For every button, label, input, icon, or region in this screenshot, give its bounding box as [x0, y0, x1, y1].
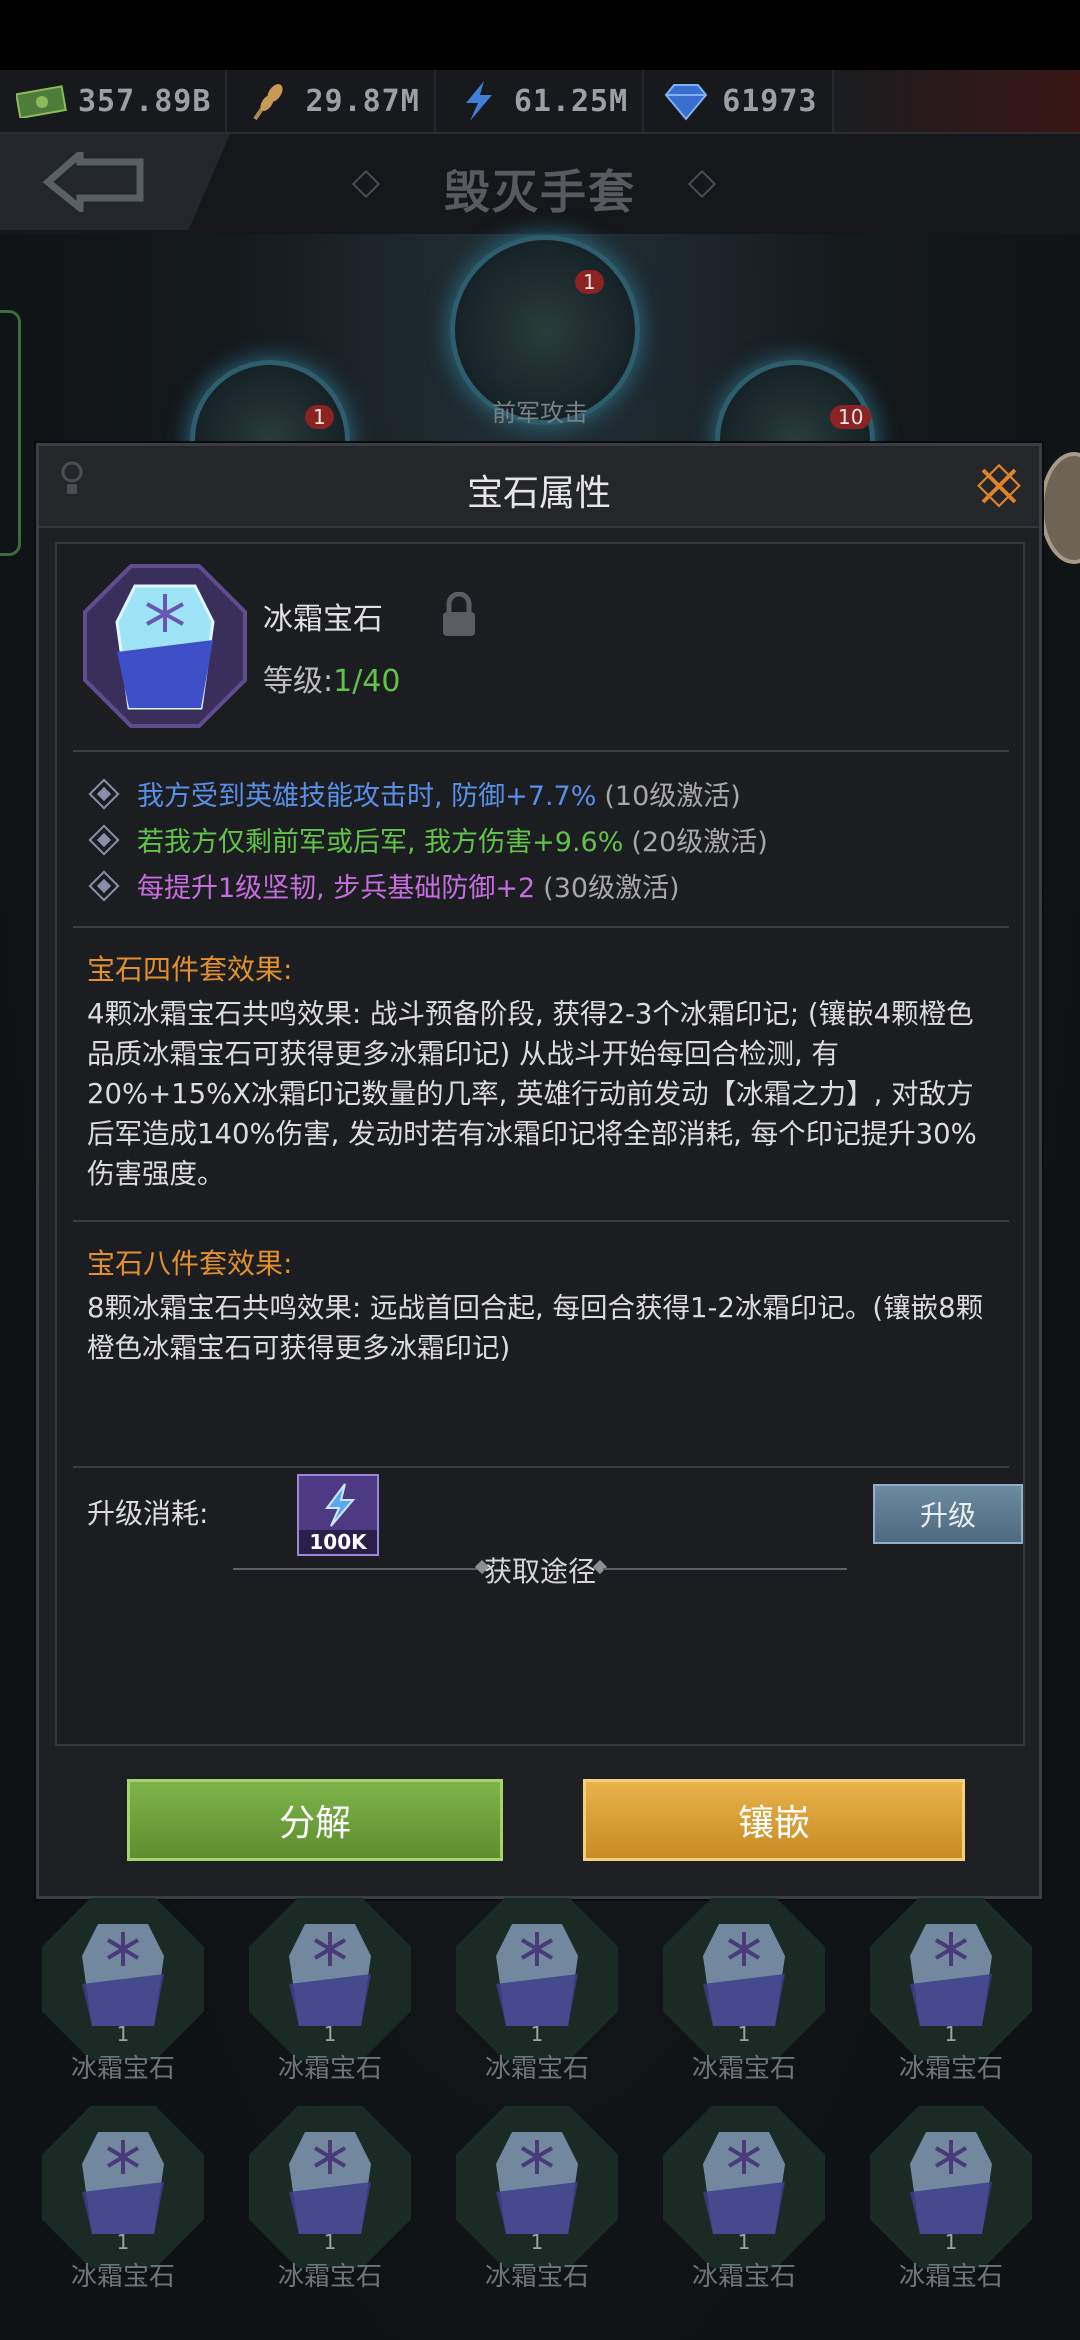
gem-label: 冰霜宝石: [691, 2054, 796, 2084]
attribute-text: 若我方仅剩前军或后军, 我方伤害+9.6%: [137, 827, 624, 858]
node-badge: 1: [575, 270, 604, 294]
gem-label: 冰霜宝石: [484, 2262, 589, 2292]
dialog-title: 宝石属性: [466, 473, 611, 514]
upgrade-cost-item[interactable]: 100K: [297, 1474, 379, 1556]
gem-portrait: [81, 562, 249, 730]
set8-description: 8颗冰霜宝石共鸣效果: 远战首回合起, 每回合获得1-2冰霜印记。(镶嵌8颗橙色…: [87, 1292, 984, 1364]
diamond-icon: [658, 79, 714, 123]
lightning-icon: [450, 79, 506, 123]
gem-count: 1: [737, 2230, 751, 2254]
level-label: 等级:: [263, 664, 334, 699]
divider: [73, 926, 1009, 928]
dialog-header: 宝石属性: [39, 446, 1039, 528]
acquire-label: 获取途径: [483, 1555, 596, 1588]
attribute-text: 我方受到英雄技能攻击时, 防御+7.7%: [137, 781, 597, 812]
energy-value: 61.25M: [513, 83, 629, 119]
gem-label: 冰霜宝石: [70, 2054, 175, 2084]
node-badge: 1: [305, 405, 334, 429]
diamond-value: 61973: [722, 83, 818, 119]
gem-level: 等级:1/40: [263, 656, 400, 700]
dialog-content: 冰霜宝石 等级:1/40 我方受到英雄技能攻击时, 防御+7.7% (10级激活…: [55, 542, 1025, 1746]
lightning-icon: [325, 1483, 356, 1527]
set8-title: 宝石八件套效果:: [87, 1247, 293, 1280]
divider: [73, 750, 1009, 752]
diamond-bullet-icon: [88, 823, 120, 856]
gem-count: 1: [530, 2230, 544, 2254]
attribute-row: 若我方仅剩前军或后军, 我方伤害+9.6% (20级激活): [88, 820, 768, 859]
inventory-gem[interactable]: 1 冰霜宝石: [659, 2106, 829, 2306]
page-title: 毁灭手套: [444, 165, 636, 219]
upgrade-button[interactable]: 升级: [873, 1484, 1023, 1544]
node-badge: 10: [830, 405, 872, 429]
diamond-bullet-icon: [88, 869, 120, 902]
lock-icon[interactable]: [439, 592, 479, 638]
attribute-activation: (30级激活): [543, 873, 680, 904]
divider: [73, 1220, 1009, 1222]
inventory-gem[interactable]: 1 冰霜宝石: [452, 2106, 622, 2306]
resource-bar: 357.89B 29.87M 61.25M 61973: [0, 70, 1080, 134]
resource-cash[interactable]: 357.89B: [0, 70, 228, 132]
inventory-gem[interactable]: 1 冰霜宝石: [38, 1898, 208, 2098]
decompose-button[interactable]: 分解: [127, 1779, 503, 1861]
inventory-gem[interactable]: 1 冰霜宝石: [452, 1898, 622, 2098]
inventory-gem[interactable]: 1 冰霜宝石: [866, 1898, 1036, 2098]
attribute-text: 每提升1级坚韧, 步兵基础防御+2: [137, 873, 536, 904]
inlay-button[interactable]: 镶嵌: [583, 1779, 965, 1861]
gem-count: 1: [116, 2230, 130, 2254]
cash-value: 357.89B: [78, 83, 212, 119]
cash-icon: [14, 79, 70, 123]
divider: [73, 1466, 1009, 1468]
resource-extra: [833, 70, 1080, 132]
gem-count: 1: [323, 2022, 337, 2046]
attribute-row: 我方受到英雄技能攻击时, 防御+7.7% (10级激活): [88, 774, 741, 813]
gem-count: 1: [116, 2022, 130, 2046]
resource-energy[interactable]: 61.25M: [436, 70, 645, 132]
gem-label: 冰霜宝石: [277, 2054, 382, 2084]
gem-label: 冰霜宝石: [898, 2054, 1003, 2084]
wheat-icon: [241, 79, 297, 123]
acquire-line-right: [603, 1568, 847, 1570]
gem-label: 冰霜宝石: [898, 2262, 1003, 2292]
level-value: 1/40: [333, 664, 401, 699]
gem-attribute-dialog: 宝石属性 冰霜宝石 等级:1/40 我方受到英雄技能攻击时, 防御+7.7% (…: [36, 443, 1042, 1899]
gem-label: 冰霜宝石: [277, 2262, 382, 2292]
diamond-bullet-icon: [88, 777, 120, 810]
inventory-gem[interactable]: 1 冰霜宝石: [245, 2106, 415, 2306]
gem-label: 冰霜宝石: [70, 2262, 175, 2292]
upgrade-cost-label: 升级消耗:: [87, 1497, 209, 1530]
wheat-value: 29.87M: [305, 83, 420, 119]
gem-count: 1: [737, 2022, 751, 2046]
status-bar-area: [0, 0, 1080, 70]
inventory-gem[interactable]: 1 冰霜宝石: [866, 2106, 1036, 2306]
set4-title: 宝石四件套效果:: [87, 953, 293, 986]
side-tab[interactable]: [0, 310, 21, 556]
gem-count: 1: [530, 2022, 544, 2046]
close-icon[interactable]: [975, 462, 1023, 510]
set4-description: 4颗冰霜宝石共鸣效果: 战斗预备阶段, 获得2-3个冰霜印记; (镶嵌4颗橙色品…: [87, 998, 977, 1190]
node-label: 前军攻击: [492, 399, 588, 427]
gem-name: 冰霜宝石: [263, 602, 383, 637]
gem-label: 冰霜宝石: [484, 2054, 589, 2084]
attribute-activation: (20级激活): [631, 827, 768, 858]
attribute-row: 每提升1级坚韧, 步兵基础防御+2 (30级激活): [88, 866, 680, 905]
page-header: 毁灭手套: [0, 134, 1080, 234]
resource-wheat[interactable]: 29.87M: [227, 70, 436, 132]
inventory-gem[interactable]: 1 冰霜宝石: [659, 1898, 829, 2098]
resource-diamond[interactable]: 61973: [644, 70, 834, 132]
inventory-gem[interactable]: 1 冰霜宝石: [38, 2106, 208, 2306]
gem-count: 1: [323, 2230, 337, 2254]
gem-count: 1: [944, 2022, 958, 2046]
inventory-gem[interactable]: 1 冰霜宝石: [245, 1898, 415, 2098]
gem-count: 1: [944, 2230, 958, 2254]
attribute-activation: (10级激活): [604, 781, 741, 812]
gem-label: 冰霜宝石: [691, 2262, 796, 2292]
